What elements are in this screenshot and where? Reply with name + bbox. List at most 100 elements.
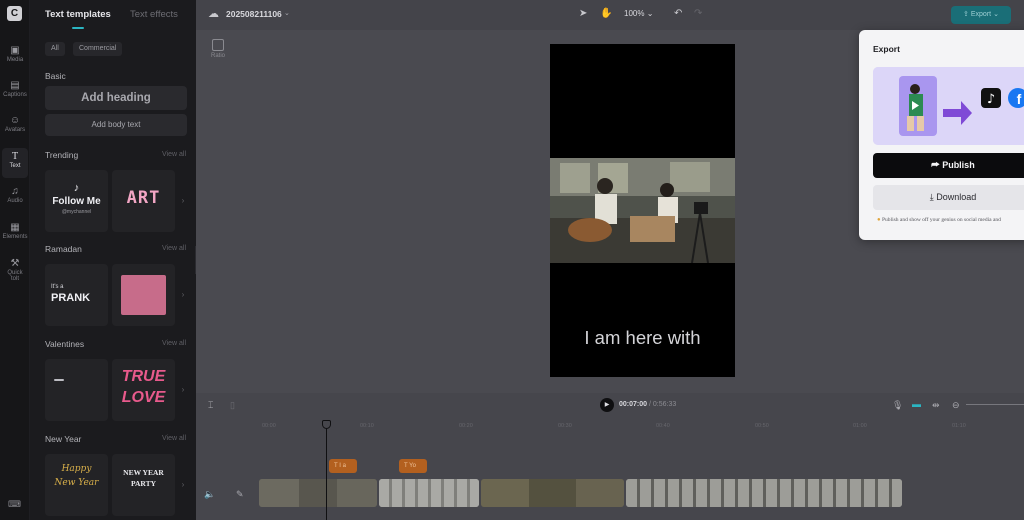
active-tab-indicator (72, 27, 84, 29)
export-popover-title: Export (873, 44, 900, 54)
text-templates-panel: Text templates Text effects All Commerci… (30, 0, 196, 520)
timeline-zoom-slider[interactable] (966, 404, 1024, 405)
view-all-ramadan-link[interactable]: View all (162, 245, 186, 252)
ruler-tick: 00:50 (755, 423, 769, 429)
video-clip[interactable] (481, 479, 624, 507)
audio-icon: ♫ (11, 186, 19, 197)
redo-icon[interactable]: ↷ (694, 8, 702, 19)
publish-button[interactable]: ⮫ Publish (873, 153, 1024, 178)
preview-canvas[interactable]: I am here with (550, 44, 735, 377)
add-heading-button[interactable]: Add heading (45, 86, 187, 110)
playhead-handle[interactable] (322, 420, 331, 429)
section-title-valentines: Valentines (45, 339, 85, 349)
app-logo[interactable]: C (7, 6, 22, 21)
hand-pan-icon[interactable]: ✋ (600, 8, 612, 19)
video-clip[interactable] (259, 479, 377, 507)
svg-text:f: f (1017, 91, 1022, 107)
cloud-sync-icon[interactable]: ☁ (208, 7, 219, 20)
auto-snap-icon[interactable]: ▬ (912, 399, 921, 409)
keyboard-shortcuts-icon[interactable]: ⌨ (8, 499, 21, 510)
svg-text:♪: ♪ (987, 92, 995, 107)
project-menu-chevron-icon[interactable]: ⌄ (284, 9, 290, 17)
section-title-ramadan: Ramadan (45, 244, 82, 254)
template-new-year-party[interactable]: NEW YEAR PARTY (112, 454, 175, 516)
split-icon[interactable]: ⌶ (208, 400, 213, 411)
section-title-new-year: New Year (45, 434, 82, 444)
zoom-chevron-icon: ⌄ (646, 9, 654, 18)
export-chevron-icon: ⌄ (993, 11, 999, 18)
quick-tool-icon: ⚒ (10, 258, 20, 269)
video-scene-illustration (550, 158, 735, 263)
view-all-new-year-link[interactable]: View all (162, 435, 186, 442)
play-icon: ▶ (604, 402, 610, 408)
rail-item-captions[interactable]: ▤ Captions (0, 80, 30, 98)
filter-commercial[interactable]: Commercial (73, 42, 123, 56)
rail-item-media[interactable]: ▣ Media (0, 45, 30, 63)
text-clip[interactable]: T I a (329, 459, 357, 473)
text-clip-icon: T (334, 463, 338, 469)
video-frame (550, 158, 735, 263)
left-icon-rail: C ▣ Media ▤ Captions ☺ Avatars T Text ♫ … (0, 0, 30, 520)
ruler-tick: 01:00 (853, 423, 867, 429)
rail-item-quick-tool[interactable]: ⚒ Quick tolt (0, 258, 30, 282)
tab-text-effects[interactable]: Text effects (130, 9, 178, 20)
zoom-out-icon[interactable]: ⊖ (952, 400, 960, 411)
video-clip[interactable] (626, 479, 902, 507)
timeline-panel: ⌶ ▯ ▶ 00:07:00 / 0:56:33 🎙 ▬ ⇹ ⊖ 00:00 0… (196, 393, 1024, 520)
timecode: 00:07:00 / 0:56:33 (619, 401, 677, 408)
project-name[interactable]: 202508211106 (226, 9, 282, 19)
undo-icon[interactable]: ↶ (674, 8, 682, 19)
delete-icon[interactable]: ▯ (230, 400, 235, 411)
export-button[interactable]: ⇪ Export ⌄ (951, 6, 1011, 24)
track-volume-icon[interactable]: 🔈 (204, 489, 215, 500)
select-pointer-icon[interactable]: ➤ (579, 8, 587, 19)
rail-item-text[interactable]: T Text (2, 148, 28, 178)
filter-all[interactable]: All (45, 42, 65, 56)
timeline-playhead[interactable] (322, 420, 331, 520)
caption-text[interactable]: I am here with (550, 327, 735, 349)
tiktok-icon: ♪ (73, 182, 80, 194)
video-clip[interactable] (379, 479, 479, 507)
template-happy-new-year[interactable]: Happy New Year (45, 454, 108, 516)
ruler-tick: 00:40 (656, 423, 670, 429)
add-body-text-button[interactable]: Add body text (45, 114, 187, 136)
tab-text-templates[interactable]: Text templates (45, 9, 111, 20)
ratio-button[interactable]: Ratio (205, 36, 231, 66)
download-button[interactable]: ⤓ Download (873, 185, 1024, 210)
microphone-icon[interactable]: 🎙 (892, 400, 903, 411)
zoom-level[interactable]: 100% ⌄ (624, 9, 653, 18)
rail-item-avatars[interactable]: ☺ Avatars (0, 115, 30, 133)
text-clip-icon: T (404, 463, 408, 469)
track-edit-icon[interactable]: ✎ (236, 489, 244, 500)
view-all-valentines-link[interactable]: View all (162, 340, 186, 347)
section-title-basic: Basic (45, 71, 66, 81)
template-prank[interactable]: It's a PRANK (45, 264, 108, 326)
text-clip[interactable]: T Yo (399, 459, 427, 473)
lightbulb-icon: ● (877, 217, 881, 223)
ruler-tick: 00:10 (360, 423, 374, 429)
template-follow-me[interactable]: ♪ Follow Me @mychannel (45, 170, 108, 232)
promo-illustration: ♪ f (873, 67, 1024, 145)
new-year-scroll-arrow[interactable]: › (178, 454, 188, 516)
ruler-tick: 01:10 (952, 423, 966, 429)
template-script-text[interactable] (45, 359, 108, 421)
script-squiggle (54, 379, 64, 381)
view-all-trending-link[interactable]: View all (162, 151, 186, 158)
rail-item-audio[interactable]: ♫ Audio (0, 186, 30, 204)
elements-icon: ▦ (10, 222, 20, 233)
top-toolbar: ☁ 202508211106 ⌄ ➤ ✋ 100% ⌄ ↶ ↷ ⇪ Export… (196, 0, 1024, 30)
template-art[interactable]: ART (112, 170, 175, 232)
rail-item-elements[interactable]: ▦ Elements (0, 222, 30, 240)
ruler-tick: 00:30 (558, 423, 572, 429)
template-pink-card[interactable] (112, 264, 175, 326)
trending-scroll-arrow[interactable]: › (178, 170, 188, 232)
split-scene-icon[interactable]: ⇹ (932, 400, 940, 411)
ramadan-scroll-arrow[interactable]: › (178, 264, 188, 326)
timeline-toolbar: ⌶ ▯ ▶ 00:07:00 / 0:56:33 🎙 ▬ ⇹ ⊖ (196, 393, 1024, 417)
ruler-tick: 00:00 (262, 423, 276, 429)
ratio-icon (212, 39, 224, 51)
time-ruler: 00:00 00:10 00:20 00:30 00:40 00:50 01:0… (256, 423, 1024, 433)
play-button[interactable]: ▶ (600, 398, 614, 412)
valentines-scroll-arrow[interactable]: › (178, 359, 188, 421)
template-true-love[interactable]: TRUE LOVE (112, 359, 175, 421)
